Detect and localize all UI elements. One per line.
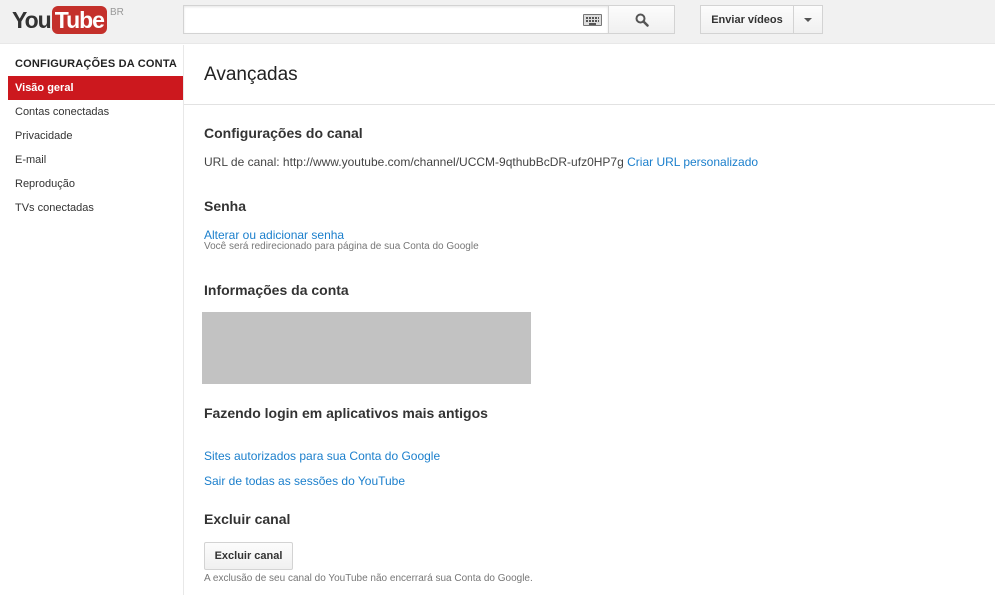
- sidebar-item-privacy[interactable]: Privacidade: [8, 124, 183, 148]
- sidebar-item-email[interactable]: E-mail: [8, 148, 183, 172]
- authorized-sites-link[interactable]: Sites autorizados para sua Conta do Goog…: [204, 449, 440, 463]
- search-icon: [635, 13, 649, 27]
- account-info-redacted: [202, 312, 531, 384]
- settings-sidebar: CONFIGURAÇÕES DA CONTA Visão geral Conta…: [0, 45, 184, 595]
- create-custom-url-link[interactable]: Criar URL personalizado: [627, 155, 758, 169]
- legacy-login-heading: Fazendo login em aplicativos mais antigo…: [204, 405, 488, 421]
- masthead: You Tube BR Enviar vídeos: [0, 0, 995, 44]
- upload-menu-button[interactable]: [794, 5, 823, 34]
- title-divider: [184, 104, 995, 105]
- sidebar-item-playback[interactable]: Reprodução: [8, 172, 183, 196]
- sign-out-all-sessions-link[interactable]: Sair de todas as sessões do YouTube: [204, 474, 405, 488]
- password-heading: Senha: [204, 198, 247, 214]
- sidebar-item-connected-accounts[interactable]: Contas conectadas: [8, 100, 183, 124]
- logo-tube-text: Tube: [51, 6, 107, 34]
- channel-url-line: URL de canal: http://www.youtube.com/cha…: [204, 155, 758, 169]
- sidebar-item-connected-tvs[interactable]: TVs conectadas: [8, 196, 183, 220]
- logo-you-text: You: [12, 7, 52, 33]
- youtube-logo[interactable]: You Tube BR: [12, 5, 124, 35]
- delete-channel-hint: A exclusão de seu canal do YouTube não e…: [204, 573, 533, 584]
- change-password-link[interactable]: Alterar ou adicionar senha: [204, 228, 344, 242]
- delete-channel-heading: Excluir canal: [204, 511, 291, 527]
- keyboard-icon[interactable]: [583, 14, 602, 26]
- sidebar-title: CONFIGURAÇÕES DA CONTA: [15, 58, 178, 70]
- search-button[interactable]: [608, 5, 675, 34]
- upload-group: Enviar vídeos: [700, 5, 823, 34]
- chevron-down-icon: [804, 17, 812, 22]
- search-input[interactable]: [184, 6, 574, 33]
- logo-region: BR: [109, 7, 124, 18]
- channel-url-text: URL de canal: http://www.youtube.com/cha…: [204, 155, 624, 169]
- password-hint: Você será redirecionado para página de s…: [204, 241, 479, 252]
- account-info-heading: Informações da conta: [204, 282, 349, 298]
- upload-button[interactable]: Enviar vídeos: [700, 5, 794, 34]
- delete-channel-button[interactable]: Excluir canal: [204, 542, 293, 570]
- page-title: Avançadas: [204, 64, 298, 85]
- search-box: [183, 5, 609, 34]
- channel-settings-heading: Configurações do canal: [204, 125, 363, 141]
- sidebar-item-overview[interactable]: Visão geral: [8, 76, 183, 100]
- main-content: Avançadas Configurações do canal URL de …: [184, 45, 995, 595]
